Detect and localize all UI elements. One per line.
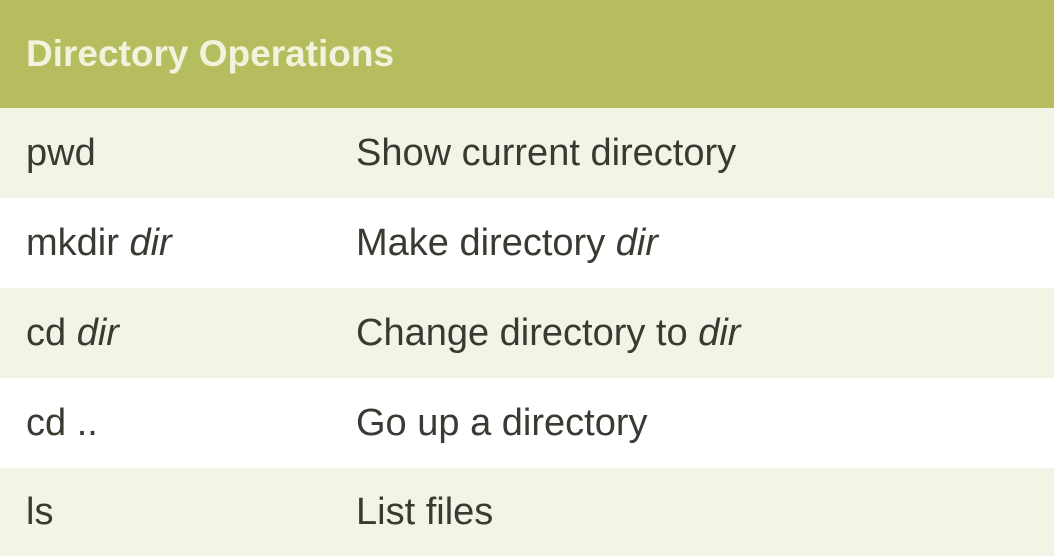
description-cell: Show current directory	[356, 132, 1054, 175]
table-row: pwd Show current directory	[0, 108, 1054, 198]
description-cell-argument: dir	[615, 221, 658, 264]
description-cell: Go up a directory	[356, 402, 1054, 445]
command-cell: mkdir dir	[0, 222, 356, 265]
table-row: mkdir dir Make directory dir	[0, 198, 1054, 288]
directory-operations-table: Directory Operations pwd Show current dir…	[0, 0, 1054, 556]
command-cell-text: cd	[26, 311, 77, 354]
description-cell: List files	[356, 491, 1054, 534]
command-cell: ls	[0, 491, 356, 534]
command-cell-argument: dir	[76, 311, 119, 354]
command-cell: cd ..	[0, 402, 356, 445]
table-row: cd dir Change directory to dir	[0, 288, 1054, 378]
command-cell-argument: dir	[129, 221, 172, 264]
description-cell-text: List files	[356, 490, 494, 533]
command-cell-text: ls	[26, 490, 54, 533]
table-row: cd .. Go up a directory	[0, 378, 1054, 468]
command-cell: pwd	[0, 132, 356, 175]
description-cell: Change directory to dir	[356, 312, 1054, 355]
description-cell-text: Go up a directory	[356, 401, 648, 444]
description-cell: Make directory dir	[356, 222, 1054, 265]
description-cell-text: Show current directory	[356, 131, 737, 174]
command-cell-text: pwd	[26, 131, 96, 174]
table-row: ls List files	[0, 468, 1054, 556]
description-cell-text: Change directory to	[356, 311, 699, 354]
description-cell-text: Make directory	[356, 221, 616, 264]
command-cell-text: mkdir	[26, 221, 130, 264]
table-title: Directory Operations	[0, 0, 1054, 108]
command-cell-text: cd ..	[26, 401, 98, 444]
table-body: pwd Show current directory mkdir dir Make d…	[0, 108, 1054, 556]
description-cell-argument: dir	[698, 311, 741, 354]
command-cell: cd dir	[0, 312, 356, 355]
